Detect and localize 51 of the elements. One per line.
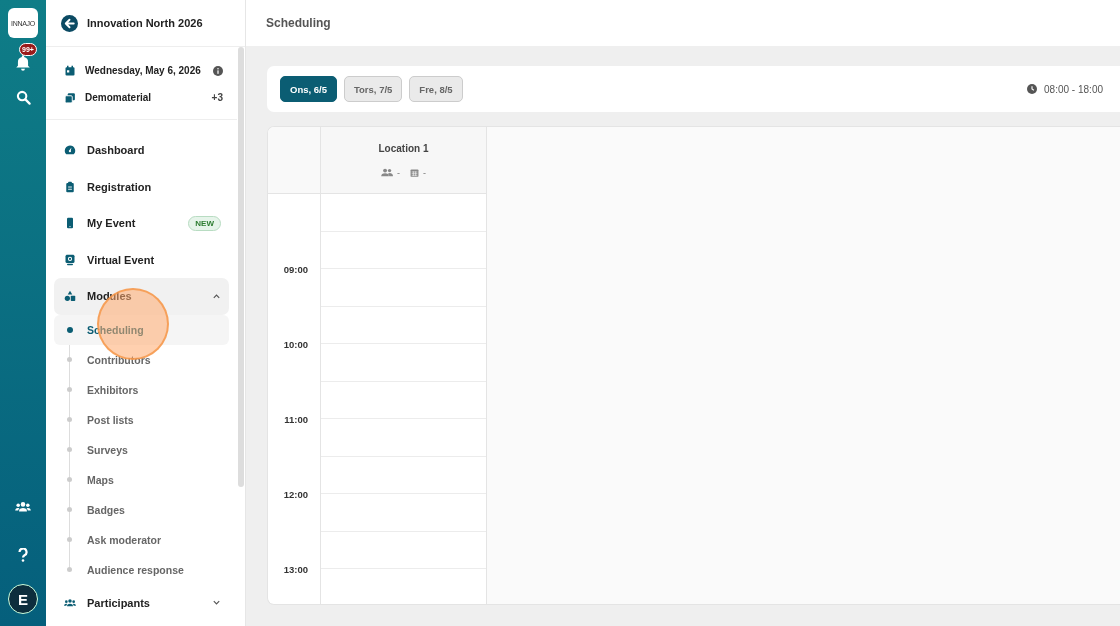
page-title: Scheduling [266,16,331,30]
day-tab[interactable]: Fre, 8/5 [409,76,463,102]
chevron-icon [212,598,221,608]
back-icon[interactable] [61,14,78,32]
submenu-item[interactable]: Maps [54,464,229,495]
user-avatar[interactable]: E [8,584,38,614]
time-label: 10:00 [283,338,308,350]
location-name: Location 1 [378,142,429,154]
nav-item[interactable]: Registration [54,168,229,205]
submenu-item[interactable]: Ask moderator [54,524,229,555]
participants-count: - [397,167,400,178]
submenu-item[interactable]: Badges [54,494,229,525]
submenu-item[interactable]: Post lists [54,404,229,435]
people-icon [381,168,393,177]
event-title: Innovation North 2026 [87,17,203,29]
time-label: 12:00 [283,488,308,500]
nav-item[interactable]: Participants [54,584,229,621]
nav-item[interactable]: Virtual Event [54,241,229,278]
help-icon[interactable] [18,548,28,562]
bell-icon[interactable] [14,54,32,72]
day-tab[interactable]: Tors, 7/5 [343,76,403,102]
webcam-icon [64,253,76,266]
submenu-item[interactable]: Surveys [54,434,229,465]
material-name[interactable]: Demomaterial [85,92,203,103]
info-icon[interactable] [213,65,223,76]
people-icon[interactable] [14,500,32,514]
day-tab[interactable]: Ons, 6/5 [280,76,337,102]
calendar-icon [410,168,419,177]
calendar-icon [64,64,76,77]
nav-item[interactable]: My Event NEW [54,205,229,242]
phone-icon [64,217,76,230]
dashboard-icon [64,144,76,157]
clipboard-icon [64,180,76,193]
sessions-count: - [423,167,426,178]
clock-icon [1027,84,1038,94]
submenu-item[interactable]: Contributors [54,344,229,375]
new-badge: NEW [188,215,221,231]
nav-item[interactable]: Dashboard [54,132,229,169]
material-count: +3 [211,92,223,103]
time-label: 13:00 [283,563,308,575]
time-range: 08:00 - 18:00 [1044,83,1103,95]
shapes-icon [64,290,76,303]
submenu-item[interactable]: Audience response [54,554,229,585]
time-label: 11:00 [284,413,308,425]
chevron-icon [212,291,221,301]
copy-icon [64,91,76,104]
submenu-item[interactable]: Exhibitors [54,374,229,405]
event-date: Wednesday, May 6, 2026 [85,65,202,76]
time-label: 09:00 [283,263,308,275]
search-icon[interactable] [15,90,31,105]
people-icon [64,596,76,609]
